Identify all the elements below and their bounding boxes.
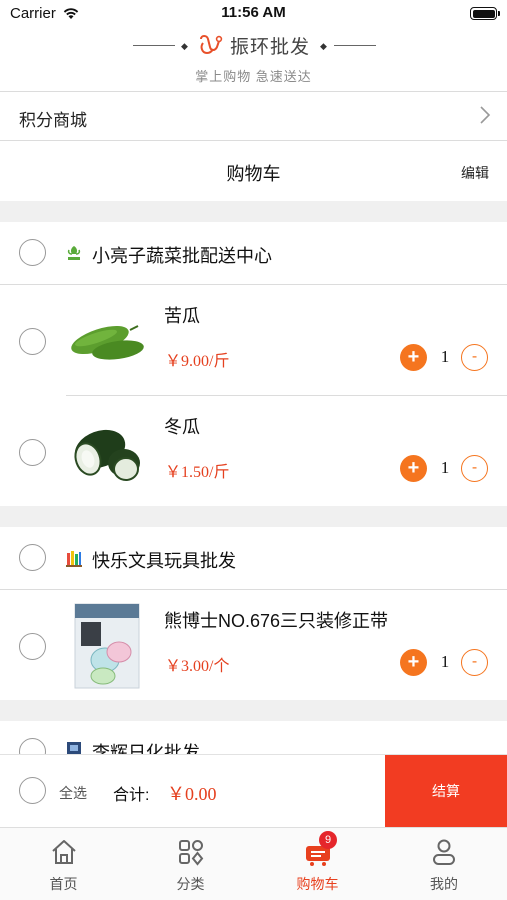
tab-category[interactable]: 分类	[127, 828, 254, 900]
brand-slogan: 掌上购物 急速送达	[195, 69, 312, 84]
points-mall-row[interactable]: 积分商城	[0, 92, 507, 140]
shop-select-checkbox[interactable]	[19, 239, 46, 266]
tab-bar: 首页 分类 购物车 我的	[0, 827, 507, 900]
daily-goods-shop-icon	[67, 742, 81, 754]
product-name: 熊博士NO.676三只装修正带	[164, 611, 389, 631]
section-gap	[0, 201, 507, 222]
total-value: ￥0.00	[167, 784, 217, 804]
home-icon	[51, 840, 76, 864]
cart-badge: 9	[319, 831, 337, 849]
shop-row: 小亮子蔬菜批配送中心	[0, 222, 507, 284]
checkout-bar: 全选 合计: ￥0.00 结算	[0, 754, 507, 827]
shop-name: 快乐文具玩具批发	[92, 551, 236, 571]
product-price: ￥3.00/个	[165, 658, 230, 675]
cart-item: 冬瓜 ￥1.50/斤 + 1 -	[0, 396, 507, 506]
tab-label: 我的	[430, 876, 458, 892]
decrease-quantity-button[interactable]: -	[461, 455, 488, 482]
increase-quantity-button[interactable]: +	[400, 455, 427, 482]
cart-item: 熊博士NO.676三只装修正带 ￥3.00/个 + 1 -	[0, 590, 507, 700]
checkout-button[interactable]: 结算	[385, 755, 507, 827]
item-select-checkbox[interactable]	[19, 328, 46, 355]
section-gap	[0, 700, 507, 721]
total-label: 合计:	[113, 787, 150, 804]
product-price: ￥1.50/斤	[165, 464, 230, 481]
quantity-value: 1	[440, 458, 450, 477]
cart-header: 购物车 编辑	[0, 141, 507, 201]
item-select-checkbox[interactable]	[19, 439, 46, 466]
brand-logo-icon	[200, 35, 223, 55]
shop-select-checkbox[interactable]	[19, 544, 46, 571]
decrease-quantity-button[interactable]: -	[461, 344, 488, 371]
brand-name: 振环批发	[230, 37, 311, 58]
product-image-winter-melon[interactable]	[66, 413, 150, 493]
shop-row: 李辉日化批发	[0, 721, 507, 754]
category-icon	[178, 840, 203, 866]
battery-icon	[470, 7, 500, 20]
product-name: 冬瓜	[164, 417, 200, 437]
status-bar: Carrier 11:56 AM	[0, 0, 507, 28]
stationery-shop-icon	[66, 551, 82, 567]
shop-select-checkbox[interactable]	[19, 738, 46, 754]
cart-item: 苦瓜 ￥9.00/斤 + 1 -	[0, 285, 507, 395]
tab-cart[interactable]: 购物车	[254, 828, 381, 900]
tab-home[interactable]: 首页	[0, 828, 127, 900]
shop-name: 小亮子蔬菜批配送中心	[92, 246, 272, 266]
edit-button[interactable]: 编辑	[461, 163, 489, 183]
brand-header: ◆ 振环批发 ◆ 掌上购物 急速送达	[0, 30, 507, 90]
section-gap	[0, 506, 507, 527]
product-name: 苦瓜	[164, 306, 200, 326]
product-image-bitter-melon[interactable]	[66, 300, 150, 380]
product-price: ￥9.00/斤	[165, 353, 230, 370]
tab-profile[interactable]: 我的	[381, 828, 507, 900]
increase-quantity-button[interactable]: +	[400, 344, 427, 371]
chevron-right-icon	[480, 106, 491, 124]
vegetable-shop-icon	[67, 246, 81, 260]
tab-label: 购物车	[296, 876, 339, 892]
page-title: 购物车	[226, 164, 281, 184]
points-mall-label: 积分商城	[19, 111, 87, 130]
select-all-label[interactable]: 全选	[59, 783, 87, 803]
profile-icon	[433, 839, 455, 865]
select-all-checkbox[interactable]	[19, 777, 46, 804]
quantity-value: 1	[440, 347, 450, 366]
diamond-icon: ◆	[181, 41, 188, 51]
decrease-quantity-button[interactable]: -	[461, 649, 488, 676]
increase-quantity-button[interactable]: +	[400, 649, 427, 676]
clock: 11:56 AM	[221, 4, 286, 21]
divider	[334, 45, 376, 46]
divider	[133, 45, 175, 46]
item-select-checkbox[interactable]	[19, 633, 46, 660]
diamond-icon: ◆	[320, 41, 327, 51]
tab-label: 首页	[49, 876, 78, 892]
product-image-correction-tape[interactable]	[73, 602, 141, 690]
tab-label: 分类	[176, 876, 205, 892]
quantity-value: 1	[440, 652, 450, 671]
shop-row: 快乐文具玩具批发	[0, 527, 507, 589]
shop-name: 李辉日化批发	[92, 743, 200, 754]
